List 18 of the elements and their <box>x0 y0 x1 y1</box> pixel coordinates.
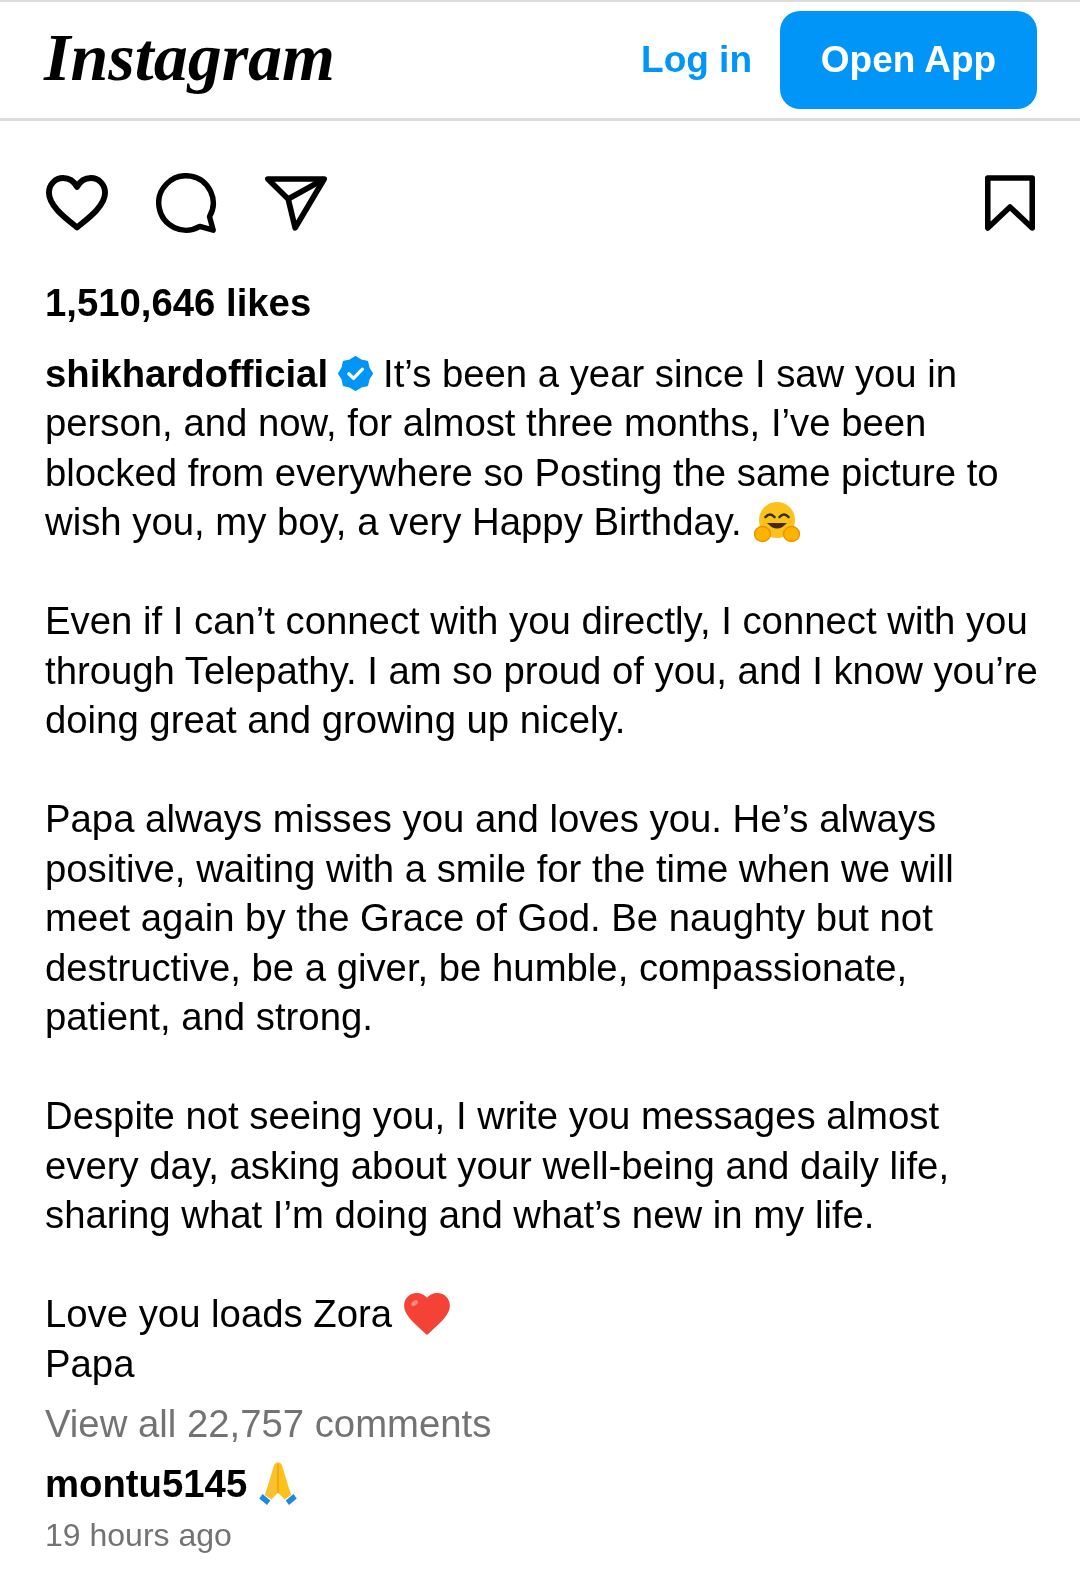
caption-text: Love you loads Zora <box>45 1292 450 1335</box>
caption-text: Papa always misses you and loves you. He’s always positive, waiting with a smile for the time when we will meet again by the Grace of God. Be naughty but not destructive, be a giver, be humble, compassionate, patient, and strong. <box>45 797 954 1038</box>
heart-icon[interactable] <box>46 175 108 231</box>
folded-hands-emoji-icon <box>259 1461 298 1505</box>
heart-emoji-icon <box>404 1292 450 1335</box>
share-icon[interactable] <box>265 175 327 231</box>
username-link[interactable]: montu5145 <box>45 1458 248 1508</box>
view-comments-link[interactable]: View all 22,757 comments <box>45 1399 492 1449</box>
bookmark-icon[interactable] <box>985 175 1035 231</box>
hugging-face-emoji-icon <box>753 500 800 543</box>
comment-time: 19 hours ago <box>45 1516 232 1555</box>
caption-text: Despite not seeing you, I write you messages almost every day, asking about your well-being and daily life, sharing what I’m doing and what’s new in my life. <box>45 1094 950 1236</box>
caption-text: Even if I can’t connect with you directly, I connect with you through Telepathy. I am so proud of you, and I know you’re doing great and growing up nicely. <box>45 599 1038 741</box>
caption-text: shikhardofficial It’s been a year since I saw you in person, and now, for almost three months, I’ve been blocked from everywhere so Posting the same picture to wish you, my boy, a very Happy Birthday. <box>45 351 999 543</box>
username-link[interactable]: shikhardofficial <box>45 351 329 395</box>
caption-text: Papa <box>45 1341 135 1385</box>
like-count: 1,510,646 likes <box>45 280 312 326</box>
comment-icon[interactable] <box>156 172 217 234</box>
